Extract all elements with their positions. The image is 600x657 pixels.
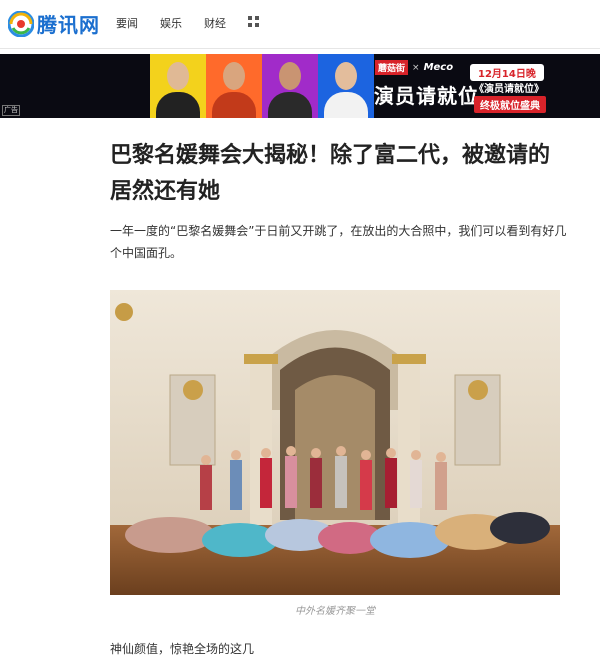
ad-brand-separator: ×	[412, 62, 420, 73]
ad-brand-meco: Meco	[423, 62, 454, 73]
site-logo[interactable]: 腾讯网	[8, 9, 100, 38]
ad-brand-mogujie: 蘑菇街	[375, 60, 409, 75]
ad-portrait	[318, 54, 374, 118]
tencent-logo-icon	[8, 10, 34, 37]
ad-brands: 蘑菇街 × Meco	[375, 60, 453, 75]
ad-main-title: 演员请就位	[374, 84, 479, 108]
photo-caption: 中外名媛齐聚一堂	[295, 606, 375, 617]
article-title: 巴黎名媛舞会大揭秘！除了富二代，被邀请的居然还有她	[110, 143, 551, 204]
top-bar: 腾讯网 要闻 娱乐 财经	[0, 0, 600, 49]
grid-icon[interactable]	[248, 16, 260, 28]
ad-portrait	[206, 54, 262, 118]
article-photo[interactable]	[110, 290, 560, 595]
top-nav: 要闻 娱乐 财经	[116, 15, 260, 31]
ad-show-title: 《演员请就位》	[474, 84, 544, 95]
ad-date: 12月14日晚	[470, 64, 544, 81]
site-name: 腾讯网	[37, 13, 100, 37]
ballroom-group-photo	[110, 290, 560, 595]
article-lead: 一年一度的“巴黎名媛舞会”于日前又开跳了，在放出的大合照中，我们可以看到有好几个…	[110, 224, 567, 260]
ad-portrait	[262, 54, 318, 118]
ad-banner[interactable]: 蘑菇街 × Meco 12月14日晚 演员请就位 《演员请就位》 终极就位盛典 …	[0, 54, 600, 118]
ad-label: 广告	[2, 105, 20, 116]
article-paragraph: 神仙颜值，惊艳全场的这几	[110, 642, 255, 656]
ad-portrait	[150, 54, 206, 118]
nav-item-entertainment[interactable]: 娱乐	[160, 15, 182, 31]
nav-item-news[interactable]: 要闻	[116, 15, 138, 31]
nav-item-finance[interactable]: 财经	[204, 15, 226, 31]
ad-portraits	[150, 54, 374, 118]
ad-show-subtitle: 终极就位盛典	[474, 96, 546, 113]
